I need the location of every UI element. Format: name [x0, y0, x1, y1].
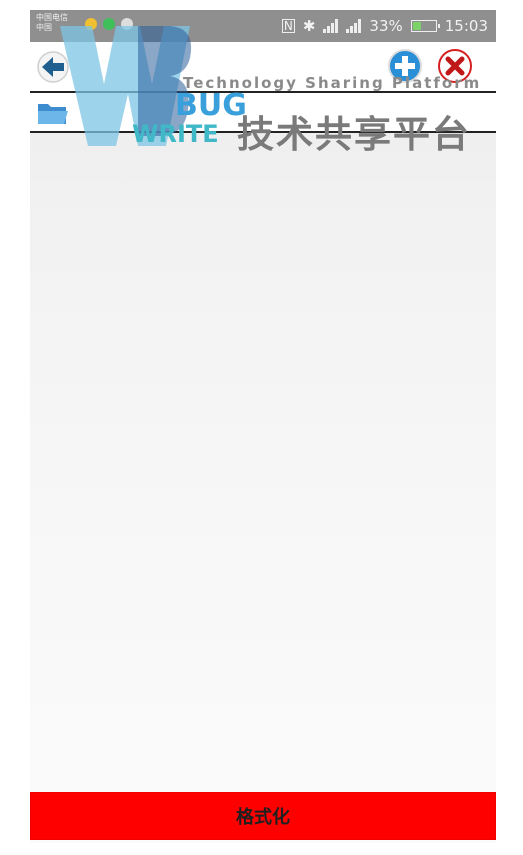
notification-icons — [85, 18, 133, 30]
notification-icon — [121, 18, 133, 30]
signal-icon — [346, 19, 362, 33]
divider — [30, 131, 496, 133]
carrier-label: 中国电信 中国 — [36, 13, 68, 33]
back-arrow-icon — [37, 51, 69, 83]
close-button[interactable] — [437, 48, 473, 84]
status-bar: 中国电信 中国 N ✱ 33% 15:03 — [30, 10, 496, 42]
title-bar — [30, 42, 496, 92]
add-button[interactable] — [387, 48, 423, 84]
folder-icon[interactable] — [36, 100, 70, 126]
battery-icon — [410, 20, 440, 32]
notification-icon — [85, 18, 97, 30]
nfc-icon: N — [281, 19, 295, 33]
app-screen: 中国电信 中国 N ✱ 33% 15:03 格式化 — [30, 10, 496, 843]
carrier-bottom: 中国 — [36, 23, 52, 32]
status-indicators: N ✱ 33% 15:03 — [281, 17, 488, 35]
path-bar — [30, 93, 496, 131]
signal-icon — [323, 19, 339, 33]
back-button[interactable] — [36, 50, 70, 84]
notification-icon — [103, 18, 115, 30]
close-icon — [438, 49, 472, 83]
battery-percent: 33% — [369, 17, 403, 35]
clock: 15:03 — [444, 17, 488, 35]
bluetooth-icon: ✱ — [302, 17, 316, 35]
format-button[interactable]: 格式化 — [30, 792, 496, 840]
plus-icon — [388, 49, 422, 83]
carrier-top: 中国电信 — [36, 13, 68, 22]
